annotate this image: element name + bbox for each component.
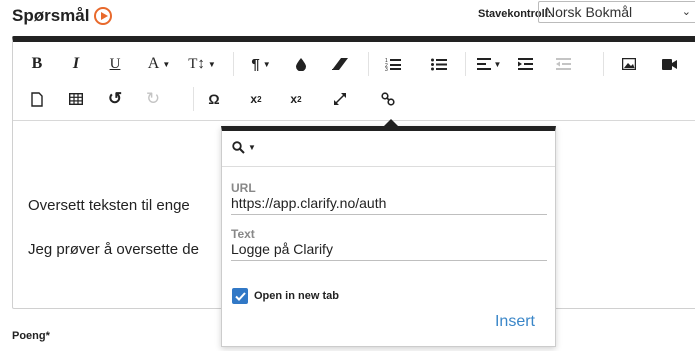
caret-down-icon: ▼ <box>248 143 256 152</box>
table-icon[interactable] <box>66 87 86 111</box>
search-dropdown-button[interactable]: ▼ <box>232 141 256 154</box>
italic-button[interactable]: I <box>66 52 86 76</box>
spellcheck-select[interactable]: Norsk Bokmål ⌄ <box>538 1 695 23</box>
underline-button[interactable]: U <box>105 52 125 76</box>
open-new-tab-checkbox-row[interactable]: Open in new tab <box>232 288 339 304</box>
open-new-tab-checkbox[interactable] <box>232 288 248 304</box>
text-label: Text <box>231 227 255 241</box>
ordered-list-icon[interactable]: 123 <box>381 52 405 76</box>
toolbar-separator <box>465 52 466 76</box>
open-new-tab-label: Open in new tab <box>254 290 339 302</box>
page-title: Spørsmål <box>12 6 113 26</box>
image-icon[interactable] <box>617 52 641 76</box>
check-icon <box>234 291 246 301</box>
font-size-button[interactable]: T↕ ▼ <box>185 52 219 76</box>
fullscreen-icon[interactable] <box>329 87 351 111</box>
popup-arrow <box>384 119 398 126</box>
insert-button[interactable]: Insert <box>495 313 535 331</box>
align-icon[interactable]: ▼ <box>473 52 505 76</box>
unordered-list-icon[interactable] <box>427 52 451 76</box>
editor-line-1[interactable]: Oversett teksten til enge <box>28 197 190 214</box>
superscript-button[interactable]: x2 <box>285 87 307 111</box>
link-popup: ▼ URL https://app.clarify.no/auth Text L… <box>221 126 556 347</box>
highlight-drop-icon[interactable] <box>291 52 311 76</box>
toolbar-separator <box>603 52 604 76</box>
new-document-icon[interactable] <box>27 87 47 111</box>
bold-button[interactable]: B <box>27 52 47 76</box>
indent-icon[interactable] <box>513 52 537 76</box>
video-icon[interactable] <box>657 52 681 76</box>
chevron-down-icon: ⌄ <box>681 6 691 18</box>
eraser-icon[interactable] <box>329 52 351 76</box>
subscript-button[interactable]: x2 <box>245 87 267 111</box>
editor-line-2[interactable]: Jeg prøver å oversette de <box>28 241 199 258</box>
page-title-text: Spørsmål <box>12 6 90 25</box>
spellcheck-value: Norsk Bokmål <box>545 4 633 20</box>
caret-down-icon: ▼ <box>162 59 171 69</box>
poeng-label: Poeng* <box>12 330 50 342</box>
paragraph-button[interactable]: ¶ ▼ <box>245 52 277 76</box>
svg-text:3: 3 <box>385 67 388 71</box>
caret-down-icon: ▼ <box>493 59 502 69</box>
text-input[interactable]: Logge på Clarify <box>231 241 547 260</box>
special-char-button[interactable]: Ω <box>203 87 225 111</box>
toolbar-separator <box>193 87 194 111</box>
caret-down-icon: ▼ <box>207 59 216 69</box>
caret-down-icon: ▼ <box>262 59 271 69</box>
outdent-icon[interactable] <box>551 52 575 76</box>
redo-icon[interactable]: ↻ <box>143 87 163 111</box>
editor-toolbar: B I U A ▼ T↕ ▼ ¶ ▼ 123 ▼ ↺ ↻ Ω x 2 x 2 <box>13 42 695 121</box>
popup-search-row: ▼ <box>222 131 555 167</box>
toolbar-separator <box>368 52 369 76</box>
search-icon <box>232 141 245 154</box>
font-color-button[interactable]: A ▼ <box>143 52 175 76</box>
play-icon[interactable] <box>94 7 113 25</box>
url-label: URL <box>231 181 256 195</box>
text-field[interactable]: Text Logge på Clarify <box>231 228 547 261</box>
toolbar-separator <box>233 52 234 76</box>
url-field[interactable]: URL https://app.clarify.no/auth <box>231 182 547 215</box>
url-input[interactable]: https://app.clarify.no/auth <box>231 195 547 214</box>
undo-icon[interactable]: ↺ <box>105 87 125 111</box>
link-icon[interactable] <box>377 87 399 111</box>
